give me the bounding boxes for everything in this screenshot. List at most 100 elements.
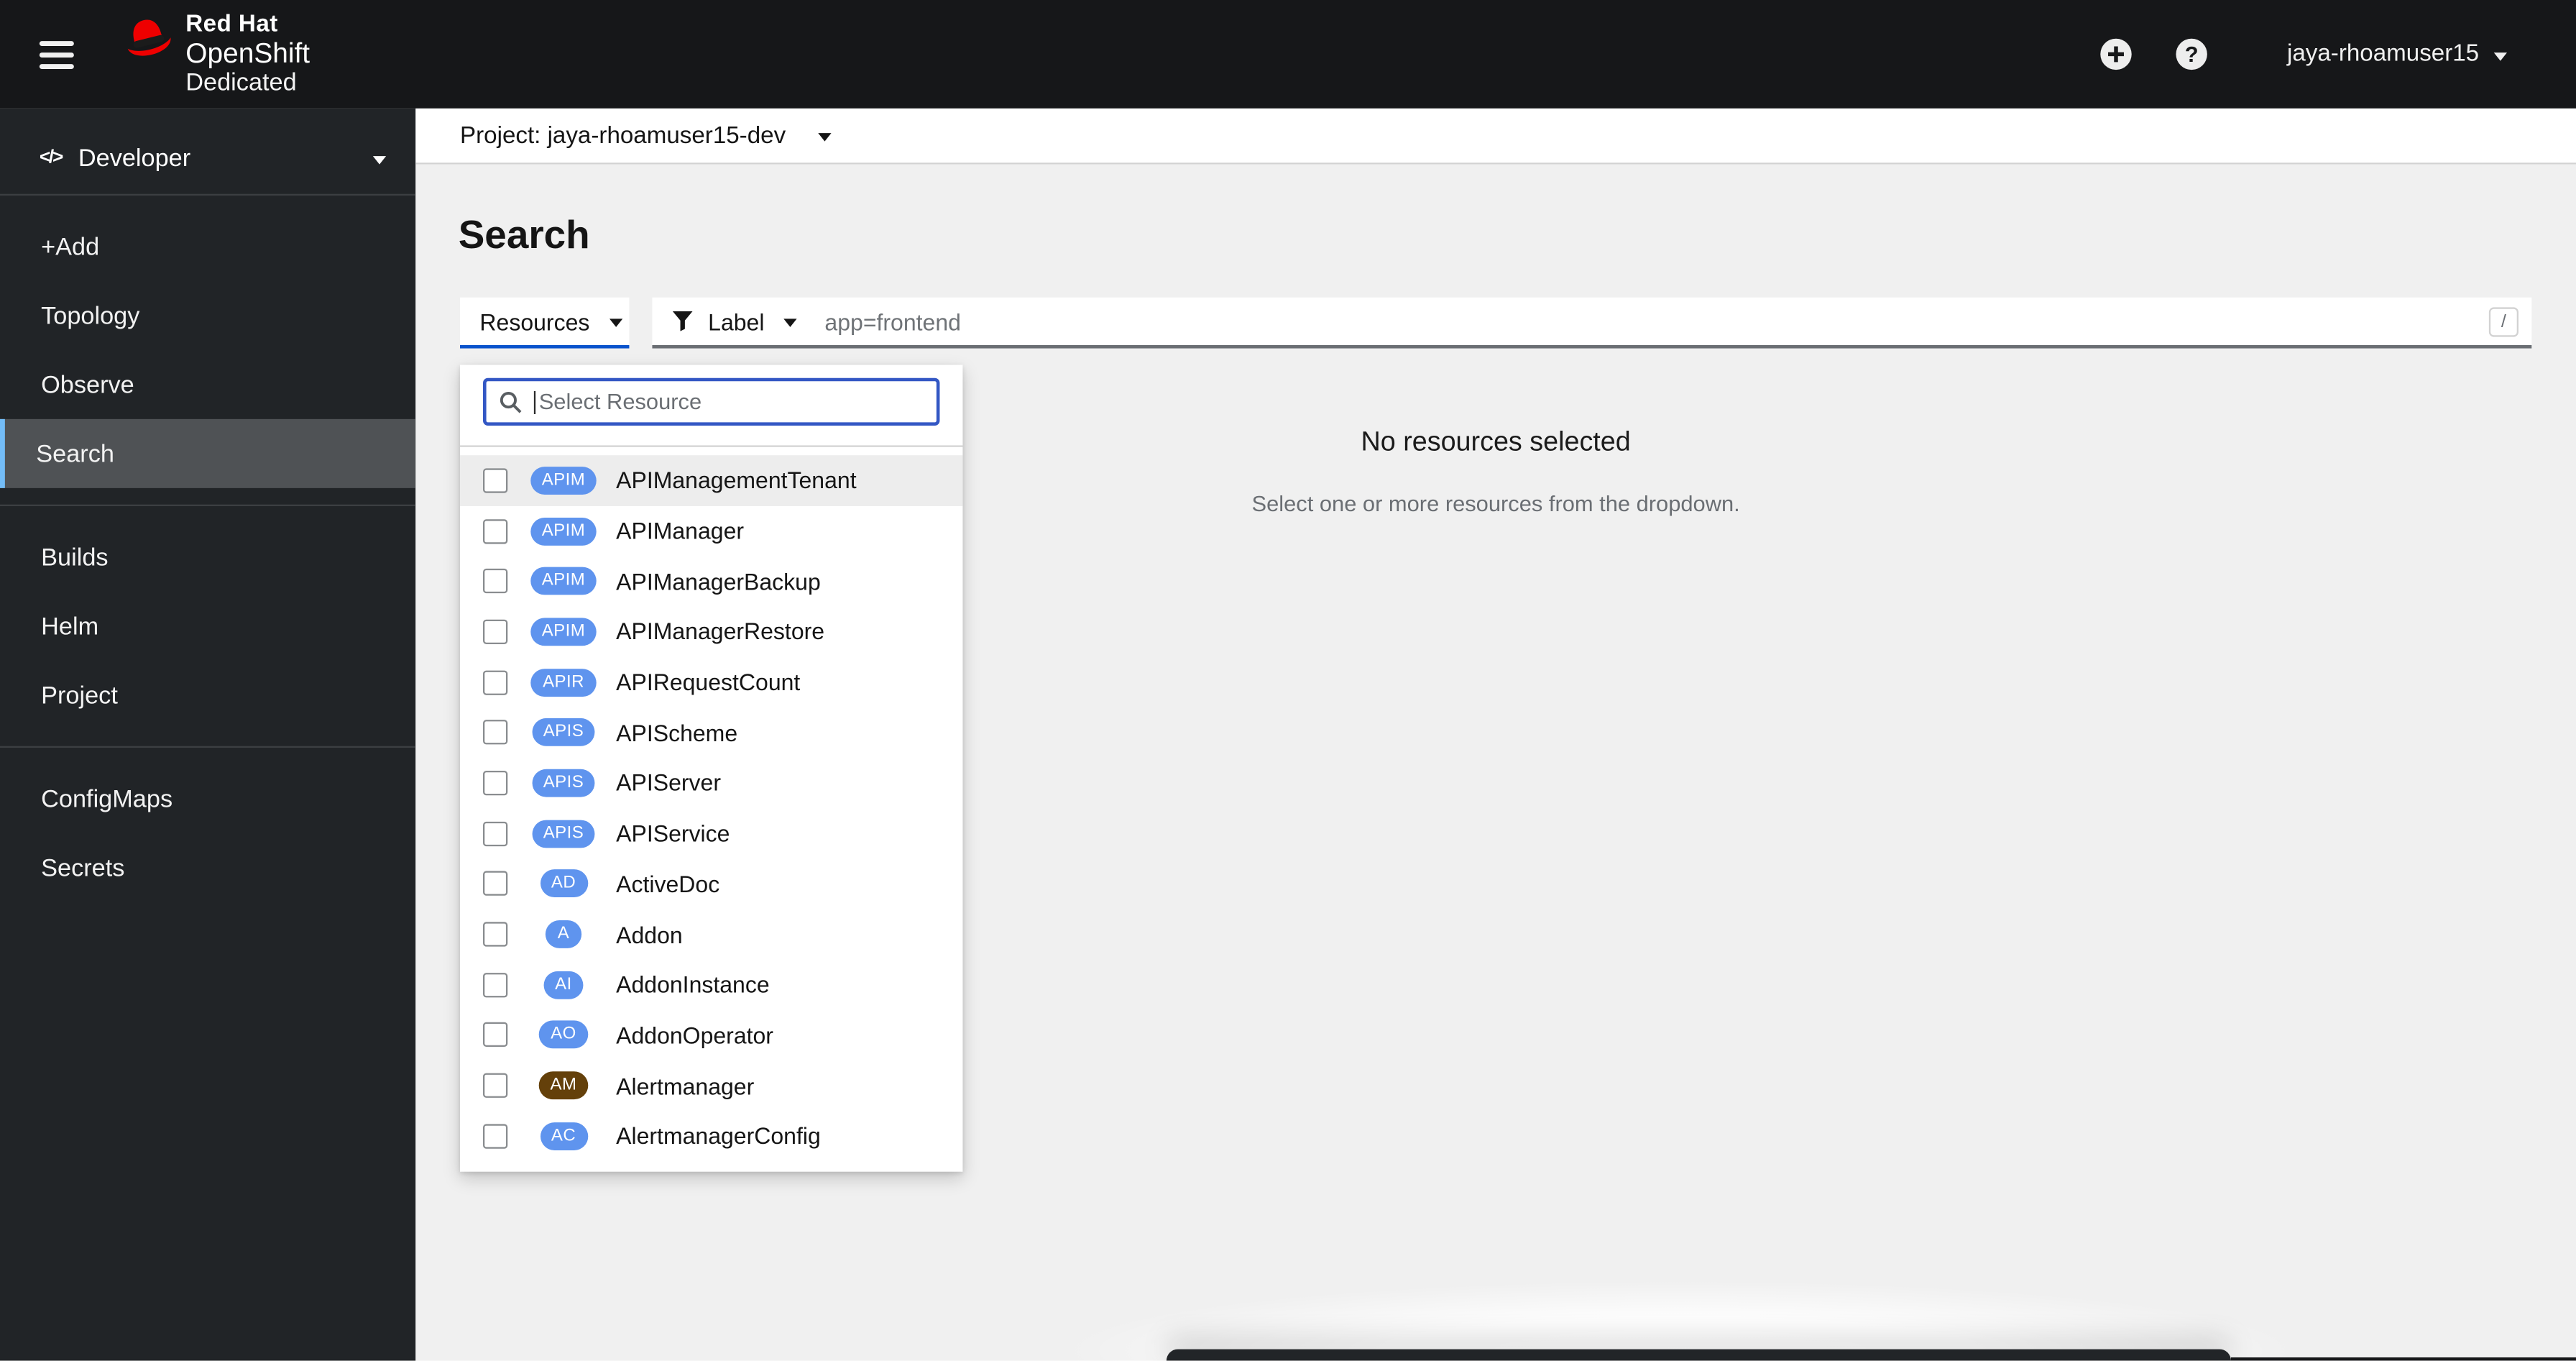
project-selector[interactable]: Project: jaya-rhoamuser15-dev xyxy=(460,122,832,149)
project-bar: Project: jaya-rhoamuser15-dev xyxy=(415,108,2576,165)
resource-name: APIScheme xyxy=(616,719,738,746)
project-selector-label: Project: jaya-rhoamuser15-dev xyxy=(460,122,786,149)
resource-checkbox[interactable] xyxy=(483,468,508,493)
resource-option-row[interactable]: AC AlertmanagerConfig xyxy=(460,1111,962,1161)
nav-section-main: +Add Topology Observe Search xyxy=(0,196,416,505)
resource-option-row[interactable]: APIR APIRequestCount xyxy=(460,657,962,707)
add-menu-button[interactable] xyxy=(2099,38,2133,71)
search-icon xyxy=(500,390,522,413)
code-icon: </> xyxy=(39,147,63,168)
resource-name: APIManager xyxy=(616,518,745,544)
resource-checkbox[interactable] xyxy=(483,972,508,997)
resource-kind-badge: APIS xyxy=(531,769,596,797)
perspective-label: Developer xyxy=(78,144,191,172)
resource-option-row[interactable]: APIS APIScheme xyxy=(460,707,962,758)
resource-kind-badge: APIS xyxy=(531,819,596,848)
chevron-down-icon xyxy=(372,155,387,164)
resource-name: Addon xyxy=(616,921,683,948)
brand-logo[interactable]: Red Hat OpenShift Dedicated xyxy=(120,13,310,96)
sidebar-item[interactable]: +Add xyxy=(0,212,415,281)
chevron-down-icon xyxy=(818,133,832,142)
filter-icon xyxy=(672,311,693,331)
sidebar-item[interactable]: Project xyxy=(0,661,415,730)
label-filter-dropdown[interactable]: Label xyxy=(652,297,805,349)
resource-name: AddonOperator xyxy=(616,1022,773,1049)
sidebar-item[interactable]: Search xyxy=(0,418,416,488)
sidebar-item-label: Project xyxy=(41,681,118,710)
sidebar-item-label: Helm xyxy=(41,612,99,641)
resource-checkbox[interactable] xyxy=(483,1123,508,1149)
bottom-peek-element xyxy=(1166,1349,2232,1361)
resource-option-row[interactable]: APIM APIManagerBackup xyxy=(460,556,962,606)
resource-kind-badge: AM xyxy=(538,1071,589,1100)
resource-checkbox[interactable] xyxy=(483,669,508,695)
resource-checkbox[interactable] xyxy=(483,1073,508,1099)
sidebar-item[interactable]: ConfigMaps xyxy=(0,764,415,833)
user-menu-button[interactable]: jaya-rhoamuser15 xyxy=(2277,40,2516,69)
resource-option-row[interactable]: AD ActiveDoc xyxy=(460,858,962,909)
sidebar-nav: </> Developer +Add Topology Observe Sear… xyxy=(0,108,416,1361)
resource-option-row[interactable]: APIM APIManagementTenant xyxy=(460,455,963,506)
resource-kind-badge: APIM xyxy=(530,618,597,646)
sidebar-item[interactable]: Secrets xyxy=(0,833,415,902)
resource-kind-badge: APIM xyxy=(530,516,597,545)
sidebar-item[interactable]: Topology xyxy=(0,281,415,350)
resource-name: APIRequestCount xyxy=(616,669,801,696)
label-filter-input[interactable] xyxy=(805,308,2532,335)
sidebar-item[interactable]: Helm xyxy=(0,592,415,661)
chevron-down-icon xyxy=(783,319,798,327)
resource-kind-badge: APIR xyxy=(531,668,596,697)
resource-kind-badge: AO xyxy=(539,1021,588,1050)
nav-section-config: ConfigMaps Secrets xyxy=(0,748,415,919)
nav-section-build: Builds Helm Project xyxy=(0,506,415,746)
sidebar-item-label: Builds xyxy=(41,543,109,572)
resource-option-row[interactable]: AM Alertmanager xyxy=(460,1060,962,1111)
resource-filter-dropdown[interactable]: Resources xyxy=(460,297,630,349)
resource-option-row[interactable]: AO AddonOperator xyxy=(460,1010,962,1060)
search-toolbar: Resources Label / xyxy=(460,297,2532,349)
resource-name: APIManagementTenant xyxy=(616,467,857,494)
resource-checkbox[interactable] xyxy=(483,518,508,544)
resource-dropdown-panel: APIM APIManagementTenant APIM APIManage xyxy=(460,365,963,1171)
resource-option-row[interactable]: APIM APIManager xyxy=(460,505,962,556)
resource-kind-badge: APIM xyxy=(530,567,597,595)
resource-kind-badge: AD xyxy=(539,869,588,898)
resource-search-input[interactable] xyxy=(538,389,924,414)
resource-option-row[interactable]: APIS APIService xyxy=(460,808,962,858)
brand-line-openshift: OpenShift xyxy=(185,38,310,70)
menu-toggle-button[interactable] xyxy=(33,30,80,78)
sidebar-item-label: Secrets xyxy=(41,853,125,882)
perspective-switcher[interactable]: </> Developer xyxy=(0,122,415,194)
shortcut-key-badge: / xyxy=(2488,306,2519,336)
sidebar-item-label: Search xyxy=(36,439,114,468)
resource-option-row[interactable]: APIS APIServer xyxy=(460,758,962,808)
page-title: Search xyxy=(458,214,590,258)
resource-checkbox[interactable] xyxy=(483,770,508,796)
resource-checkbox[interactable] xyxy=(483,821,508,846)
resource-option-row[interactable]: APIM APIManagerRestore xyxy=(460,607,962,657)
app-window: Red Hat OpenShift Dedicated ? jaya-rhoam… xyxy=(0,0,2576,1361)
resource-name: AlertmanagerConfig xyxy=(616,1122,821,1150)
sidebar-item[interactable]: Builds xyxy=(0,523,415,592)
resource-kind-badge: APIM xyxy=(530,466,597,495)
sidebar-item[interactable]: Observe xyxy=(0,350,415,419)
plus-circle-icon xyxy=(2100,38,2133,70)
help-menu-button[interactable]: ? xyxy=(2176,38,2209,71)
resource-checkbox[interactable] xyxy=(483,569,508,594)
sidebar-item-label: Observe xyxy=(41,370,134,399)
brand-line-dedicated: Dedicated xyxy=(185,69,297,98)
resource-kind-badge: AI xyxy=(543,971,584,999)
resource-checkbox[interactable] xyxy=(483,720,508,746)
resource-checkbox[interactable] xyxy=(483,619,508,644)
resource-name: AddonInstance xyxy=(616,971,770,998)
question-circle-icon: ? xyxy=(2176,38,2208,70)
resource-checkbox[interactable] xyxy=(483,1022,508,1048)
resource-name: APIServer xyxy=(616,769,722,797)
resource-option-row[interactable]: A Addon xyxy=(460,909,962,959)
resource-name: Alertmanager xyxy=(616,1072,755,1099)
resource-option-row[interactable]: AI AddonInstance xyxy=(460,960,962,1010)
resource-kind-badge: APIS xyxy=(531,718,596,747)
resource-checkbox[interactable] xyxy=(483,922,508,947)
resource-checkbox[interactable] xyxy=(483,871,508,897)
sidebar-item-label: ConfigMaps xyxy=(41,784,173,813)
